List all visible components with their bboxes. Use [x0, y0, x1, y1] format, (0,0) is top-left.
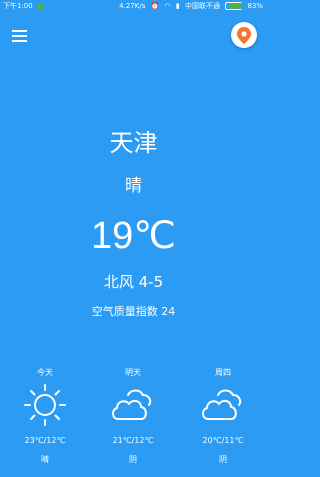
- current-temperature: 19℃: [91, 215, 176, 257]
- map-pin-icon: [237, 26, 251, 44]
- battery-percent: 83%: [247, 2, 263, 10]
- wifi-icon: ◠: [164, 2, 171, 10]
- menu-icon[interactable]: [12, 30, 27, 42]
- forecast-condition: 阴: [219, 455, 227, 464]
- signal-icon: ▮: [175, 2, 180, 10]
- forecast-row: 今天 23℃/12℃ 晴 明天 21℃/12℃ 阴 周四 20℃/11℃ 阴: [0, 367, 267, 472]
- notification-icon: [36, 3, 43, 9]
- status-time: 下午1:00: [3, 2, 33, 10]
- current-condition: 晴: [125, 176, 142, 196]
- cloud-icon: [112, 389, 152, 420]
- forecast-temp-range: 23℃/12℃: [24, 436, 66, 445]
- location-button[interactable]: [231, 22, 257, 48]
- network-speed: 4.27K/s: [119, 2, 146, 10]
- alarm-icon: ⏰: [150, 2, 160, 10]
- forecast-day-label: 明天: [125, 368, 141, 377]
- status-left: 下午1:00: [3, 0, 43, 12]
- air-quality-index: 空气质量指数 24: [91, 305, 176, 318]
- forecast-temp-range: 21℃/12℃: [112, 436, 154, 445]
- carrier-name: 中国联不通: [184, 2, 220, 10]
- forecast-day-label: 周四: [215, 368, 231, 377]
- sun-icon: [24, 384, 66, 426]
- forecast-condition: 阴: [129, 455, 137, 464]
- forecast-temp-range: 20℃/11℃: [202, 436, 244, 445]
- forecast-day[interactable]: 明天 21℃/12℃ 阴: [88, 367, 178, 466]
- forecast-day-label: 今天: [37, 368, 53, 377]
- status-bar: 下午1:00 4.27K/s ⏰ ◠ ▮ 中国联不通 83%: [0, 0, 267, 12]
- status-right: 4.27K/s ⏰ ◠ ▮ 中国联不通 83%: [116, 0, 263, 12]
- forecast-day[interactable]: 周四 20℃/11℃ 阴: [178, 367, 268, 466]
- forecast-day[interactable]: 今天 23℃/12℃ 晴: [0, 367, 90, 466]
- cloud-icon: [202, 389, 242, 420]
- city-name: 天津: [109, 129, 158, 157]
- forecast-condition: 晴: [41, 455, 49, 464]
- battery-icon: [225, 2, 243, 10]
- wind-info: 北风 4-5: [103, 273, 164, 291]
